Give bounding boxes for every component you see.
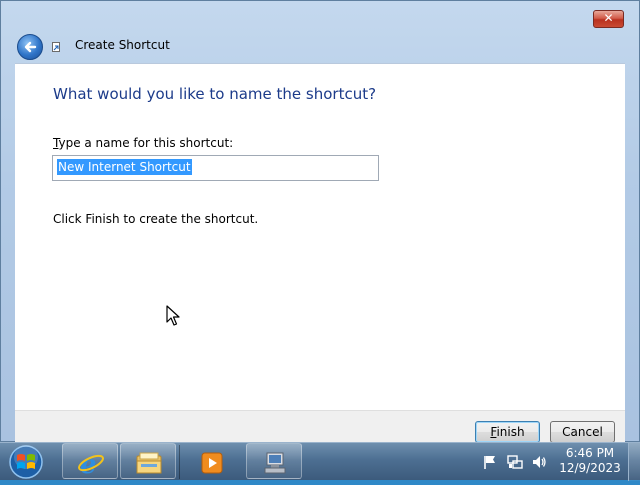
taskbar-internet-explorer[interactable]: e: [62, 443, 118, 479]
windows-explorer-icon: [136, 452, 162, 474]
shortcut-name-label: Type a name for this shortcut:: [53, 136, 233, 150]
create-shortcut-window: ✕ Create Shortcut What would you like to…: [0, 0, 640, 444]
volume-icon[interactable]: [531, 454, 547, 470]
mouse-cursor-icon: [166, 305, 180, 326]
taskbar-separator: [179, 445, 180, 479]
windows-logo-icon: [9, 445, 43, 479]
back-button[interactable]: [17, 34, 43, 60]
finish-button[interactable]: Finish: [475, 421, 540, 443]
internet-explorer-icon: e: [78, 450, 104, 476]
cancel-button[interactable]: Cancel: [550, 421, 615, 443]
taskbar-media-player[interactable]: [183, 443, 239, 479]
taskbar-windows-explorer[interactable]: [120, 443, 176, 479]
clock-date: 12/9/2023: [559, 461, 621, 475]
show-desktop-button[interactable]: [628, 443, 640, 481]
wizard-heading: What would you like to name the shortcut…: [53, 85, 377, 103]
system-clock[interactable]: 6:46 PM 12/9/2023: [558, 446, 622, 476]
shortcut-icon: [52, 42, 60, 52]
taskbar-network-program[interactable]: [246, 443, 302, 479]
wizard-content: What would you like to name the shortcut…: [15, 63, 625, 411]
title-bar[interactable]: ✕: [1, 1, 639, 33]
finish-label: inish: [496, 425, 525, 439]
shortcut-name-input[interactable]: New Internet Shortcut: [52, 155, 379, 181]
close-button[interactable]: ✕: [593, 10, 624, 28]
wizard-footer: Finish Cancel: [15, 410, 625, 444]
media-player-icon: [201, 452, 223, 474]
back-arrow-icon: [24, 41, 37, 53]
start-button[interactable]: [6, 443, 46, 481]
label-text: ype a name for this shortcut:: [58, 136, 234, 150]
network-program-icon: [264, 452, 286, 474]
window-title: Create Shortcut: [75, 38, 170, 52]
selected-text: New Internet Shortcut: [57, 159, 192, 175]
taskbar: e 6:46 PM 12/9/2023: [0, 442, 640, 481]
close-icon: ✕: [603, 11, 614, 25]
finish-hint: Click Finish to create the shortcut.: [53, 212, 259, 226]
network-status-icon[interactable]: [507, 454, 523, 470]
action-center-flag-icon[interactable]: [482, 454, 498, 470]
clock-time: 6:46 PM: [565, 446, 615, 460]
